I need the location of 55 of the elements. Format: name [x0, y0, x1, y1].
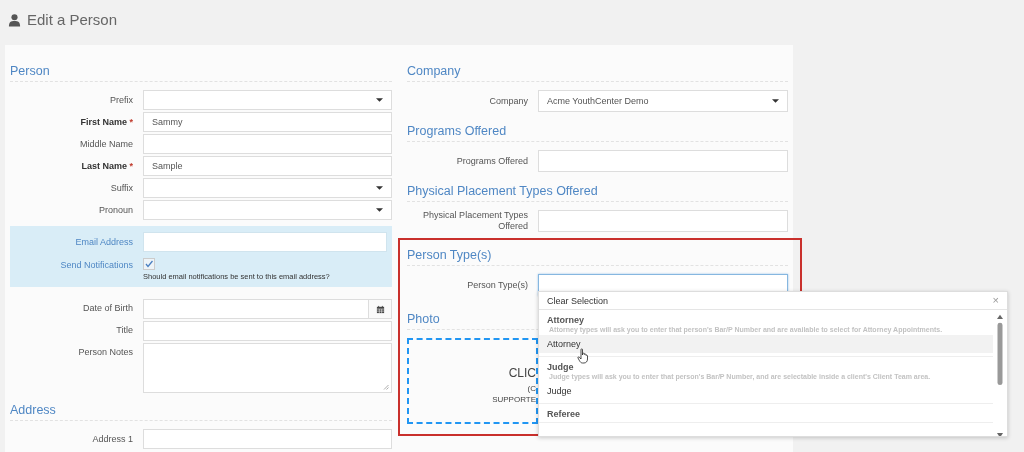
person-icon	[8, 12, 21, 27]
field-label: Middle Name	[78, 138, 133, 150]
section-heading: Address	[10, 403, 392, 421]
field-label: Person Notes	[77, 346, 133, 358]
field-label: Company	[488, 95, 528, 107]
date-field[interactable]	[143, 299, 392, 319]
clear-selection-option[interactable]: Clear Selection	[547, 295, 609, 306]
field-label: First Name *	[79, 116, 133, 128]
field-label: Prefix	[109, 94, 133, 106]
field-label: Pronoun	[97, 204, 133, 216]
field-label: Email Address	[74, 236, 133, 248]
field-label: Programs Offered	[455, 155, 528, 167]
group-heading: Judge	[546, 362, 575, 372]
section-heading: Person	[10, 64, 392, 82]
input-field[interactable]	[143, 134, 392, 154]
field-label: Physical Placement Types Offered	[422, 210, 528, 232]
dropzone-text: SUPPORTE	[492, 395, 536, 404]
select-field[interactable]	[143, 90, 392, 110]
field-label: Date of Birth	[81, 302, 133, 314]
checkbox[interactable]	[143, 258, 155, 270]
select-field[interactable]	[143, 178, 392, 198]
field-label: Address 1	[91, 433, 133, 445]
input-field[interactable]	[538, 210, 788, 232]
field-label: Title	[115, 324, 133, 336]
caret-icon	[376, 186, 383, 190]
caret-icon	[376, 208, 383, 212]
input-field[interactable]: Sammy	[143, 112, 392, 132]
input-field[interactable]	[143, 321, 392, 341]
field-label: Person Type(s)	[466, 279, 528, 291]
select-field[interactable]: Acme YouthCenter Demo	[538, 90, 788, 112]
input-field[interactable]	[143, 429, 392, 449]
text-area[interactable]	[143, 343, 392, 393]
dropdown-option[interactable]: Judge	[539, 382, 993, 400]
page-title: Edit a Person	[27, 11, 118, 28]
resize-handle-icon	[383, 384, 389, 390]
field-label: Send Notifications	[59, 259, 133, 271]
input-field[interactable]	[538, 150, 788, 172]
group-heading: Attorney	[546, 315, 585, 325]
field-label: Suffix	[109, 182, 133, 194]
dropzone-text: CLIC	[508, 366, 536, 380]
input-field[interactable]: Sample	[143, 156, 392, 176]
dropdown-option[interactable]: Attorney	[539, 335, 993, 353]
section-heading: Programs Offered	[407, 124, 788, 142]
dropzone-text: (C	[527, 384, 536, 393]
group-heading: Referee	[546, 409, 582, 419]
caret-icon	[772, 99, 779, 103]
calendar-icon	[375, 304, 385, 314]
caret-icon	[376, 98, 383, 102]
select-field[interactable]	[143, 200, 392, 220]
scrollbar[interactable]	[996, 312, 1004, 436]
section-heading: Company	[407, 64, 788, 82]
section-heading: Physical Placement Types Offered	[407, 184, 788, 202]
pointer-cursor-icon	[577, 348, 589, 364]
field-label: Last Name *	[80, 160, 133, 172]
section-heading: Person Type(s)	[407, 248, 788, 266]
